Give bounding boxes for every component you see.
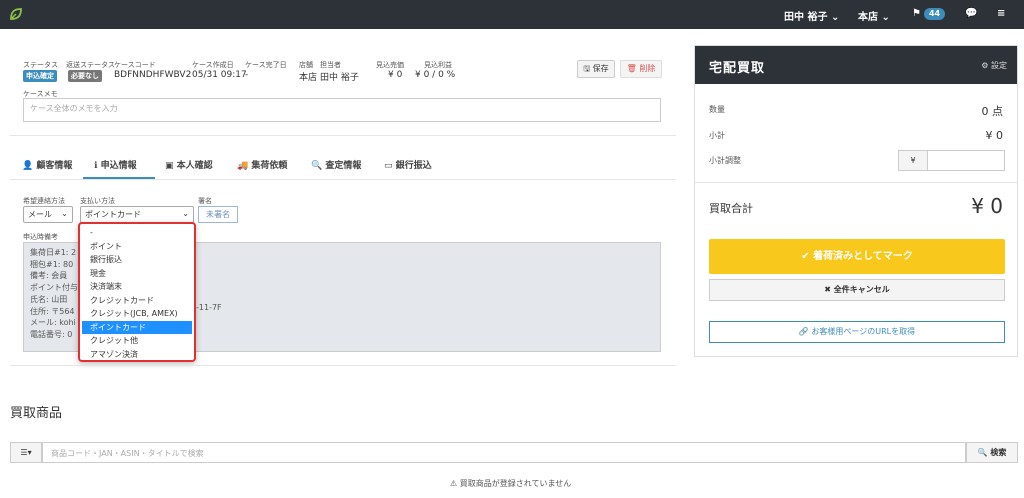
completed-value: - bbox=[245, 70, 249, 80]
truck-icon: 🚚 bbox=[237, 161, 252, 171]
signature-button[interactable]: 未署名 bbox=[198, 206, 238, 223]
qty-value: 0 点 bbox=[981, 105, 1004, 118]
dropdown-option[interactable]: 現金 bbox=[82, 267, 192, 281]
est-amount-value: ¥ 0 bbox=[388, 70, 403, 80]
user-menu[interactable]: 田中 裕子 ⌄ bbox=[784, 8, 839, 23]
status-label: ステータス bbox=[23, 61, 58, 69]
subtotal-adjust-input[interactable] bbox=[927, 150, 1005, 171]
dropdown-option[interactable]: 決済端末 bbox=[82, 280, 192, 294]
link-icon: 🔗 bbox=[798, 327, 812, 336]
money-icon: ▭ bbox=[384, 161, 396, 171]
filter-button[interactable]: ☰▾ bbox=[10, 442, 42, 463]
search-icon: 🔍 bbox=[311, 161, 326, 171]
save-icon: 🖫 bbox=[583, 64, 593, 73]
close-icon: ✖ bbox=[824, 285, 834, 294]
adjust-label: 小計調整 bbox=[709, 156, 741, 165]
purchase-items-title: 買取商品 bbox=[10, 406, 63, 421]
est-profit-value: ¥ 0 / 0 % bbox=[415, 70, 456, 80]
store-value: 本店 bbox=[299, 73, 318, 83]
top-navbar: 田中 裕子 ⌄ 本店 ⌄ ⚑ 44 💬 ≡ bbox=[0, 0, 1024, 29]
gear-icon: ⚙ bbox=[981, 61, 991, 70]
tab-application-info[interactable]: ℹ 申込情報 bbox=[94, 158, 137, 171]
qty-label: 数量 bbox=[709, 105, 725, 114]
divider bbox=[10, 365, 676, 366]
payment-method-label: 支払い方法 bbox=[80, 197, 115, 205]
search-button[interactable]: 🔍 検索 bbox=[966, 442, 1018, 463]
tab-appraisal-info[interactable]: 🔍 査定情報 bbox=[311, 158, 361, 171]
mark-arrived-button[interactable]: ✔ 着荷済みとしてマーク bbox=[709, 239, 1005, 274]
delivery-purchase-panel: 宅配買取 ⚙ 設定 数量 0 点 小計 ¥ 0 小計調整 ¥ 買取合計 ¥ 0 … bbox=[694, 45, 1018, 357]
notification-count-badge: 44 bbox=[923, 8, 946, 20]
cancel-all-button[interactable]: ✖ 全件キャンセル bbox=[709, 279, 1005, 301]
case-memo-textarea[interactable]: ケース全体のメモを入力 bbox=[23, 98, 661, 122]
tab-customer-info[interactable]: 👤 顧客情報 bbox=[22, 158, 72, 171]
chat-icon[interactable]: 💬 bbox=[965, 8, 977, 19]
contact-method-label: 希望連絡方法 bbox=[23, 197, 65, 205]
save-button[interactable]: 🖫 保存 bbox=[577, 60, 615, 78]
leaf-logo-icon[interactable] bbox=[8, 6, 24, 22]
yen-addon: ¥ bbox=[898, 150, 928, 171]
total-value: ¥ 0 bbox=[971, 194, 1003, 218]
store-label: 店舗 bbox=[299, 61, 313, 69]
tab-pickup-request[interactable]: 🚚 集荷依頼 bbox=[237, 158, 287, 171]
get-customer-url-button[interactable]: 🔗 お客様用ページのURLを取得 bbox=[709, 321, 1005, 343]
flag-icon: ⚑ bbox=[912, 8, 921, 19]
est-amount-label: 見込売価 bbox=[376, 61, 404, 69]
empty-message: ⚠ 買取商品が登録されていません bbox=[450, 479, 572, 488]
case-code-label: ケースコード bbox=[114, 61, 156, 69]
dropdown-option[interactable]: アマゾン決済 bbox=[82, 348, 192, 362]
contact-method-select[interactable]: メール ⌄ bbox=[23, 206, 73, 223]
settings-link[interactable]: ⚙ 設定 bbox=[981, 60, 1007, 71]
sliders-icon: ☰▾ bbox=[20, 448, 32, 457]
dropdown-option[interactable]: - bbox=[82, 226, 192, 240]
return-status-label: 返送ステータス bbox=[66, 61, 115, 69]
chevron-down-icon: ⌄ bbox=[182, 209, 189, 218]
created-label: ケース作成日 bbox=[192, 61, 234, 69]
delete-button[interactable]: 🗑 削除 bbox=[620, 60, 662, 78]
dropdown-option[interactable]: クレジットカード bbox=[82, 294, 192, 308]
tab-bank-transfer[interactable]: ▭ 銀行振込 bbox=[384, 158, 432, 171]
completed-label: ケース完了日 bbox=[245, 61, 287, 69]
notifications-flag[interactable]: ⚑ 44 bbox=[912, 8, 946, 20]
warning-icon: ⚠ bbox=[450, 479, 460, 488]
chevron-down-icon: ⌄ bbox=[61, 209, 68, 218]
subtotal-value: ¥ 0 bbox=[985, 129, 1004, 142]
signature-label: 署名 bbox=[198, 197, 212, 205]
divider bbox=[695, 182, 1017, 183]
staff-value: 田中 裕子 bbox=[320, 73, 359, 83]
tabs-divider bbox=[10, 179, 676, 180]
est-profit-label: 見込利益 bbox=[424, 61, 452, 69]
search-icon: 🔍 bbox=[977, 448, 991, 457]
dropdown-option-selected[interactable]: ポイントカード bbox=[82, 320, 192, 334]
status-badge[interactable]: 申込確定 bbox=[23, 70, 57, 82]
subtotal-label: 小計 bbox=[709, 131, 725, 140]
payment-method-select[interactable]: ポイントカード ⌄ bbox=[80, 206, 194, 223]
remarks-address-fragment: -11-7F bbox=[196, 303, 222, 312]
staff-label: 担当者 bbox=[320, 61, 341, 69]
trash-icon: 🗑 bbox=[626, 64, 640, 73]
dropdown-option[interactable]: クレジット(JCB, AMEX) bbox=[82, 307, 192, 321]
store-menu[interactable]: 本店 ⌄ bbox=[858, 8, 890, 23]
panel-header: 宅配買取 ⚙ 設定 bbox=[695, 46, 1017, 84]
dropdown-option[interactable]: クレジット他 bbox=[82, 334, 192, 348]
return-status-badge[interactable]: 必要なし bbox=[68, 70, 102, 82]
dropdown-option[interactable]: ポイント bbox=[82, 240, 192, 254]
tab-identity-check[interactable]: ▣ 本人確認 bbox=[165, 158, 213, 171]
check-icon: ✔ bbox=[801, 251, 814, 262]
case-code-value: BDFNNDHFWBV2 bbox=[114, 70, 192, 80]
total-label: 買取合計 bbox=[709, 202, 753, 215]
dropdown-option[interactable]: 銀行振込 bbox=[82, 253, 192, 267]
product-search-input[interactable]: 商品コード・JAN・ASIN・タイトルで検索 bbox=[42, 442, 966, 463]
created-value: 05/31 09:17 bbox=[192, 70, 247, 80]
hamburger-menu-icon[interactable]: ≡ bbox=[997, 8, 1005, 19]
user-icon: 👤 bbox=[22, 161, 37, 171]
divider bbox=[10, 135, 676, 136]
payment-method-dropdown[interactable]: - ポイント 銀行振込 現金 決済端末 クレジットカード クレジット(JCB, … bbox=[78, 222, 196, 362]
id-card-icon: ▣ bbox=[165, 161, 177, 171]
remarks-label: 申込時備考 bbox=[23, 233, 58, 241]
panel-title: 宅配買取 bbox=[709, 61, 766, 76]
